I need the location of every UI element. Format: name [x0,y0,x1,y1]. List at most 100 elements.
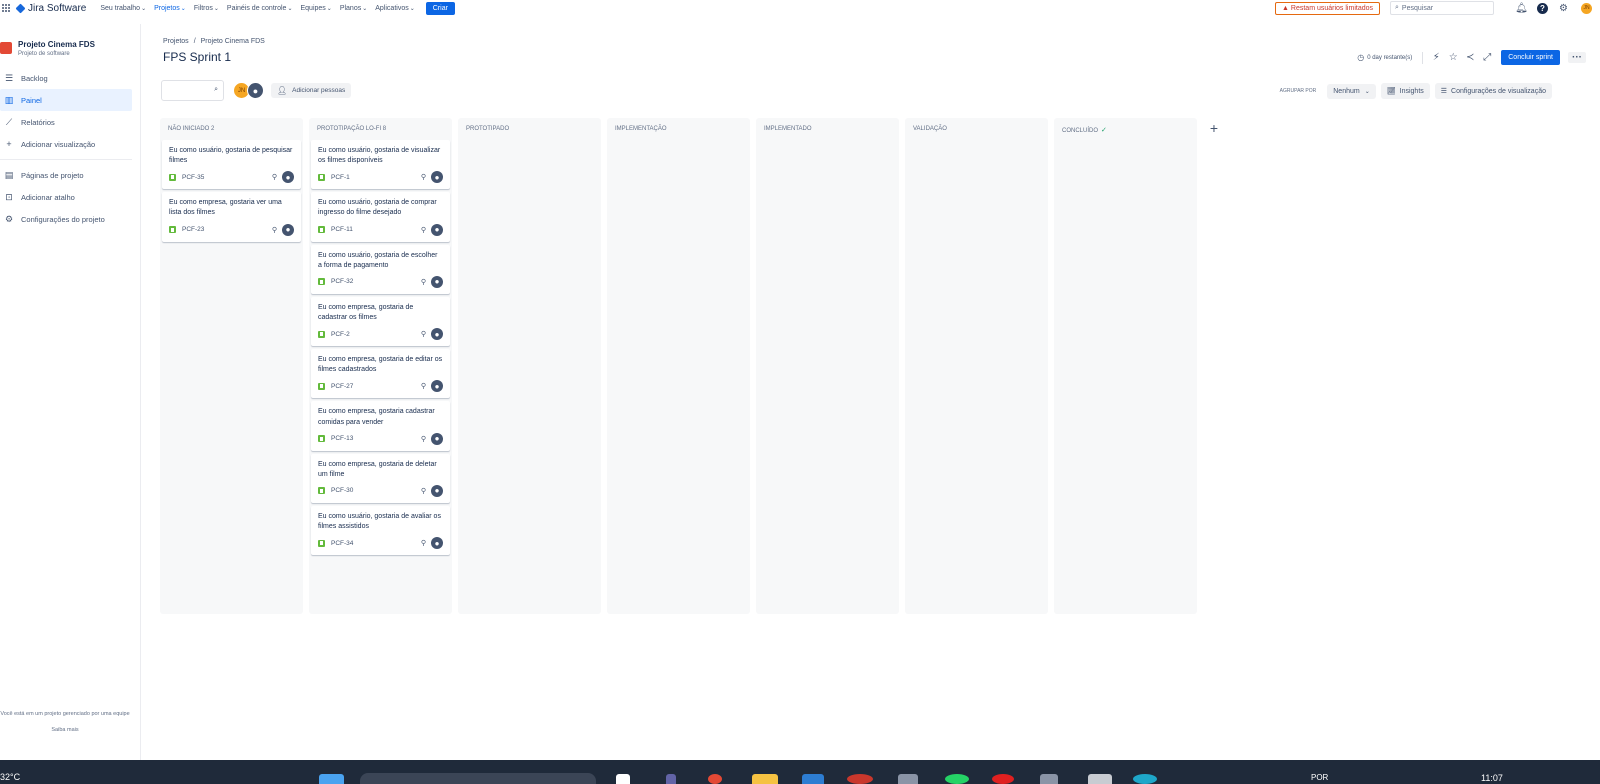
assignee-avatar-icon[interactable]: ● [431,484,443,497]
issue-card[interactable]: Eu como empresa, gostaria de editar os f… [311,349,450,399]
issue-key[interactable]: PCF-35 [182,174,272,181]
limited-users-warning-button[interactable]: ▲ Restam usuários limitados [1275,1,1380,15]
nav-item-0[interactable]: Seu trabalho⌄ [100,5,146,12]
edge-icon[interactable] [1133,774,1157,784]
issue-card[interactable]: Eu como empresa, gostaria ver uma lista … [162,192,301,242]
whatsapp-icon[interactable] [945,774,969,784]
assignee-avatar-icon[interactable]: ● [431,380,443,393]
weather-temperature[interactable]: 32°C [0,772,20,782]
store-icon[interactable] [802,774,824,784]
more-actions-button[interactable]: ··· [1568,52,1586,63]
app2-icon[interactable] [1040,774,1058,784]
jira-logo[interactable]: Jira Software [15,3,86,14]
column-header[interactable]: CONCLUÍDO ✓ [1056,118,1195,140]
group-by-select[interactable]: Nenhum ⌄ [1327,83,1376,99]
automation-lightning-icon[interactable]: ⚡︎ [1431,52,1441,63]
sidebar-item-items-1[interactable]: ▥ Painel [0,89,132,111]
fullscreen-icon[interactable]: ⤢ [1482,52,1492,63]
user-avatar[interactable]: JN [1581,2,1592,14]
assignee-avatar-icon[interactable]: ● [431,275,443,288]
sidebar-item-label: Adicionar visualização [21,139,96,149]
assignee-avatar-icon[interactable]: ● [431,537,443,550]
issue-card[interactable]: Eu como empresa, gostaria cadastrar comi… [311,401,450,451]
avatar-unassigned-icon[interactable]: ● [247,82,264,99]
column-header[interactable]: IMPLEMENTAÇÃO [609,118,748,140]
issue-card[interactable]: Eu como usuário, gostaria de comprar ing… [311,192,450,242]
share-icon[interactable]: ≺ [1465,52,1475,63]
assignee-avatar-icon[interactable]: ● [282,223,294,236]
issue-key[interactable]: PCF-34 [331,540,421,547]
sidebar-item-items-0[interactable]: ☰ Backlog [0,67,132,89]
settings-gear-icon[interactable]: ⚙ [1558,3,1569,14]
view-settings-button[interactable]: ☰ Configurações de visualização [1434,83,1552,99]
issue-card[interactable]: Eu como usuário, gostaria de avaliar os … [311,505,450,556]
column-header[interactable]: VALIDAÇÃO [907,118,1046,140]
project-header[interactable]: Projeto Cinema FDS Projeto de software [0,24,140,57]
complete-sprint-button[interactable]: Concluir sprint [1501,50,1560,65]
column-header[interactable]: PROTOTIPADO [460,118,599,140]
file-explorer-icon[interactable] [752,774,778,784]
issue-key[interactable]: PCF-2 [331,331,421,338]
issue-key[interactable]: PCF-11 [331,226,421,233]
breadcrumb-projects[interactable]: Projetos [163,38,189,45]
task-view-icon[interactable] [616,774,630,784]
sidebar-item-items2-2[interactable]: ⚙ Configurações do projeto [0,208,132,230]
issue-key[interactable]: PCF-1 [331,174,421,181]
learn-more-link[interactable]: Saiba mais [0,727,130,734]
global-search-input[interactable]: ⌕ Pesquisar [1390,1,1494,15]
nav-item-1[interactable]: Projetos⌄ [154,5,186,12]
column-header[interactable]: IMPLEMENTADO [758,118,897,140]
nav-item-5[interactable]: Planos⌄ [340,5,367,12]
issue-key[interactable]: PCF-32 [331,278,421,285]
sprint-time-remaining[interactable]: ◷ 0 day restante(s) [1357,53,1412,62]
sidebar-item-label: Configurações do projeto [21,214,105,224]
assignee-avatar-icon[interactable]: ● [431,223,443,236]
nav-item-4[interactable]: Equipes⌄ [300,5,331,12]
issue-key[interactable]: PCF-30 [331,487,421,494]
story-type-icon [169,226,176,234]
sidebar-item-items2-0[interactable]: ▤ Páginas de projeto [0,164,132,186]
nav-item-3[interactable]: Painéis de controle⌄ [227,5,293,12]
chrome-profile-icon[interactable] [708,774,722,784]
app-switcher-icon[interactable] [2,3,12,13]
breadcrumb-project[interactable]: Projeto Cinema FDS [201,38,265,45]
notifications-icon[interactable]: 🔔︎ [1515,3,1528,14]
issue-card[interactable]: Eu como usuário, gostaria de pesquisar f… [162,140,301,190]
sidebar-item-items2-1[interactable]: ⊡ Adicionar atalho [0,186,132,208]
assignee-avatar-icon[interactable]: ● [431,432,443,445]
assignee-avatar-icon[interactable]: ● [431,171,443,184]
opera-icon[interactable] [847,774,873,784]
issue-key[interactable]: PCF-27 [331,383,421,390]
add-people-button[interactable]: 👤︎ Adicionar pessoas [271,83,352,98]
create-button[interactable]: Criar [425,1,455,15]
app-icon[interactable] [898,774,918,784]
issue-card[interactable]: Eu como empresa, gostaria de cadastrar o… [311,296,450,347]
windows-start-icon[interactable] [319,774,344,784]
system-clock[interactable]: 11:07 [1481,773,1503,783]
star-icon[interactable]: ☆ [1448,52,1458,63]
issue-key[interactable]: PCF-13 [331,435,421,442]
issue-card-footer: PCF-23 ⚲ ● [169,223,294,236]
issue-summary: Eu como empresa, gostaria ver uma lista … [169,199,282,217]
assignee-avatar-icon[interactable]: ● [282,171,294,184]
opera-gx-icon[interactable] [992,774,1014,784]
nav-item-6[interactable]: Aplicativos⌄ [375,5,415,12]
nav-item-2[interactable]: Filtros⌄ [194,5,219,12]
assignee-avatar-icon[interactable]: ● [431,328,443,341]
insights-button[interactable]: 📈︎ Insights [1380,83,1430,99]
issue-card[interactable]: Eu como usuário, gostaria de escolher a … [311,244,450,294]
column-header[interactable]: NÃO INICIADO 2 [162,118,301,140]
issue-card[interactable]: Eu como empresa, gostaria de deletar um … [311,453,450,503]
teams-icon[interactable] [666,774,676,784]
notepad-icon[interactable] [1088,774,1112,784]
help-icon[interactable]: ? [1537,2,1548,14]
issue-card[interactable]: Eu como usuário, gostaria de visualizar … [311,140,450,190]
board-search-input[interactable]: ⌕ [161,80,224,101]
sidebar-item-items-3[interactable]: + Adicionar visualização [0,133,132,155]
issue-key[interactable]: PCF-23 [182,226,272,233]
add-column-plus-icon[interactable]: + [1205,119,1223,137]
taskbar-search[interactable] [360,773,596,784]
sidebar-item-items-2[interactable]: ⟋ Relatórios [0,111,132,133]
input-language[interactable]: POR [1311,773,1328,782]
column-header[interactable]: PROTOTIPAÇÃO LO-FI 8 [311,118,450,140]
